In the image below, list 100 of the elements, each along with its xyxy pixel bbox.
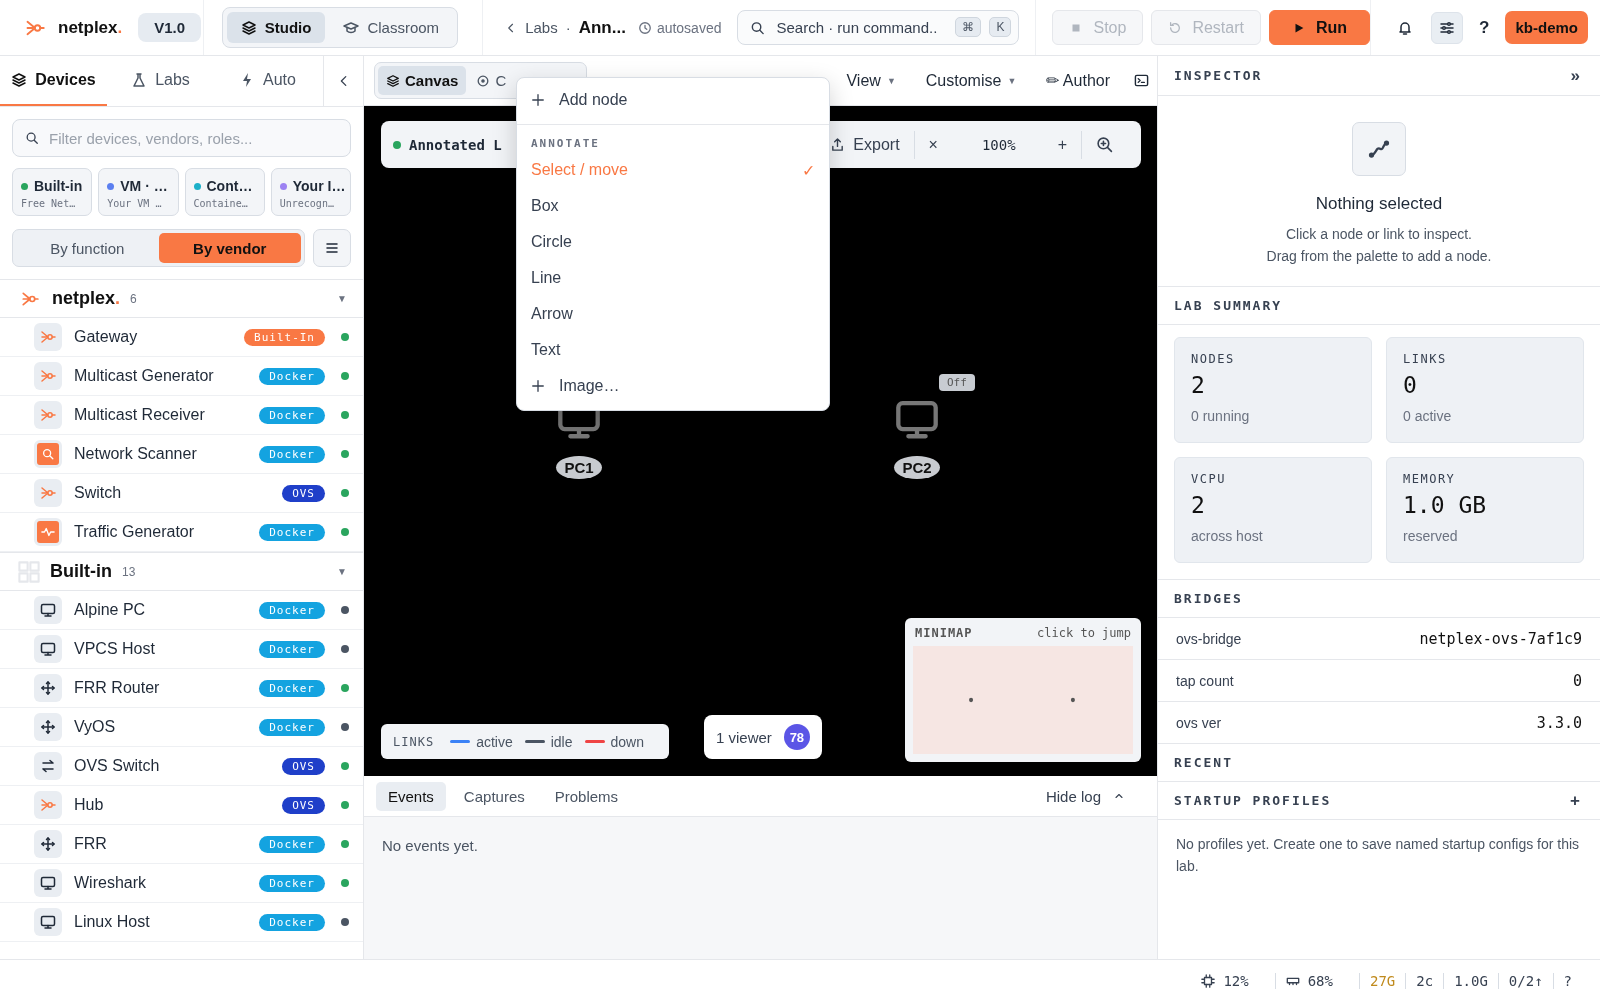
menu-item[interactable]: Add node [517,82,829,118]
menu-button[interactable]: View ▼ [846,71,896,90]
runtime-badge: OVS [282,796,325,814]
hide-log-button[interactable]: Hide log [1045,787,1125,805]
device-row[interactable]: Multicast Generator Docker [0,357,363,396]
device-row[interactable]: OVS Switch OVS [0,747,363,786]
breadcrumb-link[interactable]: Labs [525,19,558,36]
menu-item[interactable]: Circle [517,224,829,260]
source-subtitle: Your VM … [107,198,163,209]
runtime-badge: Built-In [244,328,325,346]
runtime-badge: OVS [282,484,325,502]
monitor-icon [40,641,56,657]
device-row[interactable]: FRR Docker [0,825,363,864]
menu-button[interactable]: ✏ Author [1046,71,1110,90]
user-button[interactable]: kb-demo [1505,11,1588,44]
netplex-logo-icon [40,485,56,501]
empty-message: No profiles yet. Create one to save named startup configs for this lab. [1175,835,1581,876]
filter-field[interactable]: Filter devices, vendors, roles... [12,119,351,157]
sidebar-tab[interactable]: Devices [0,56,107,106]
pulse-icon [41,525,55,539]
device-row[interactable]: Alpine PC Docker [0,591,363,630]
status-item: ? [1552,973,1582,989]
menu-item[interactable]: Text [517,332,829,368]
log-tab[interactable]: Captures [451,781,537,811]
device-name: VPCS Host [74,640,156,658]
collapse-button[interactable]: » [1570,65,1580,86]
canvas-tab[interactable]: C [468,66,515,95]
help-button[interactable]: ? [1473,17,1496,38]
cpu-usage: 12% [1223,973,1249,989]
menu-item[interactable]: Line [517,260,829,296]
device-row[interactable]: Network Scanner Docker [0,435,363,474]
add-profile-button[interactable]: + [1570,790,1580,811]
device-row[interactable]: FRR Router Docker [0,669,363,708]
upload-icon [830,137,846,152]
menu-item[interactable]: Image… [517,368,829,404]
monitor-icon [40,602,56,618]
empty-title: Nothing selected [1315,194,1443,214]
vendor-group-header[interactable]: netplex. 6 ▼ [0,279,363,318]
status-item: 0/2↑ [1497,973,1553,989]
run-button[interactable]: Run [1269,10,1371,45]
device-row[interactable]: Linux Host Docker [0,903,363,942]
source-title: Your I… [292,178,346,194]
source-card[interactable]: Cont… Containe… [184,168,265,216]
caret-icon: ▼ [886,75,896,86]
sidebar-tab[interactable]: Auto [214,56,321,106]
device-row[interactable]: VPCS Host Docker [0,630,363,669]
device-row[interactable]: Traffic Generator Docker [0,513,363,552]
shortcut-key: ⌘ [955,17,982,37]
zoom-level: 100% [980,136,1017,153]
menu-button[interactable] [313,229,351,267]
log-tab[interactable]: Problems [542,781,631,811]
restart-icon [1168,20,1183,35]
vendor-group-header[interactable]: Built-in 13 ▼ [0,552,363,591]
target-icon [476,73,491,88]
canvas-tab[interactable]: Canvas [378,66,467,95]
search-icon [25,131,39,145]
device-row[interactable]: VyOS Docker [0,708,363,747]
device-name: FRR Router [74,679,161,697]
stat-value: 2 [1191,372,1206,398]
device-name: FRR [74,835,108,853]
device-row[interactable]: Switch OVS [0,474,363,513]
log-tab[interactable]: Events [376,781,446,811]
sidebar-tab[interactable]: Labs [107,56,214,106]
swap-arrows-icon [40,758,56,774]
node-label[interactable]: PC1 [556,456,602,479]
runtime-badge: OVS [282,757,325,775]
menu-item[interactable]: Box [517,188,829,224]
caret-icon: ▼ [1007,75,1017,86]
device-row[interactable]: Hub OVS [0,786,363,825]
minimap[interactable]: MINIMAP click to jump [905,618,1141,762]
plus-icon [531,379,545,393]
property-value: 0 [1572,671,1582,690]
move-arrows-icon [40,836,56,852]
bell-icon [1397,19,1414,36]
device-row[interactable]: Gateway Built-In [0,318,363,357]
node-label[interactable]: PC2 [894,456,940,479]
memory-usage: 68% [1307,973,1333,989]
device-row[interactable]: Wireshark Docker [0,864,363,903]
menu-button[interactable]: Customise ▼ [925,71,1017,90]
terminal-button[interactable] [1134,73,1149,88]
device-name: Multicast Receiver [74,406,206,424]
canvas-title: Annotated L [409,136,502,153]
grouping-toggle[interactable]: By vendor [158,233,301,263]
mode-tab[interactable]: Classroom [329,12,454,43]
source-card[interactable]: Built-in Free Net… [12,168,93,216]
close-button[interactable]: × [914,135,952,154]
source-card[interactable]: Your I… Unrecogn… [270,168,351,216]
source-card[interactable]: VM · … Your VM … [98,168,179,216]
settings-button[interactable] [1431,11,1464,44]
zoom-in-button[interactable]: + [1043,135,1081,154]
grouping-toggle[interactable]: By function [16,233,159,263]
menu-item[interactable]: Arrow [517,296,829,332]
mode-tab[interactable]: Studio [226,12,326,43]
property-name: tap count [1176,672,1234,689]
check-icon: ✓ [802,160,815,180]
device-row[interactable]: Multicast Receiver Docker [0,396,363,435]
menu-section-title: ANNOTATE [517,124,829,152]
legend-label: idle [550,733,573,750]
runtime-badge: Docker [259,835,325,853]
stat-label: LINKS [1403,352,1448,366]
